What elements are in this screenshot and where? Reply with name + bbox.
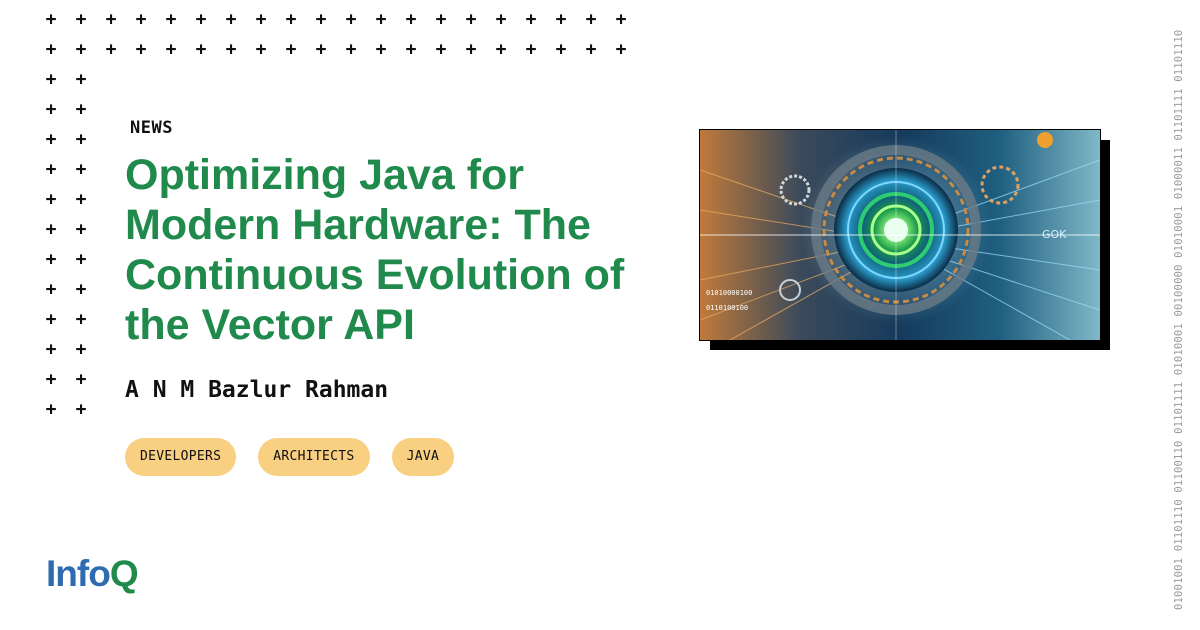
hero-binary-left-2: 0110100100 — [706, 304, 748, 312]
plus-icon: + — [45, 369, 57, 390]
plus-icon: + — [45, 9, 57, 30]
plus-icon: + — [75, 399, 87, 420]
tag-list: DEVELOPERS ARCHITECTS JAVA — [125, 438, 455, 476]
plus-icon: + — [75, 99, 87, 120]
plus-icon: + — [45, 69, 57, 90]
plus-icon: + — [435, 9, 447, 30]
plus-icon: + — [75, 189, 87, 210]
plus-icon: + — [315, 9, 327, 30]
logo-text-q: Q — [109, 553, 139, 594]
plus-icon: + — [75, 339, 87, 360]
plus-icon: + — [525, 9, 537, 30]
plus-icon: + — [615, 9, 627, 30]
plus-icon: + — [405, 39, 417, 60]
plus-icon: + — [45, 99, 57, 120]
article-author[interactable]: A N M Bazlur Rahman — [125, 377, 388, 403]
plus-icon: + — [45, 129, 57, 150]
plus-icon: + — [45, 219, 57, 240]
hero-image[interactable]: 01010000100 0110100100 GOK — [699, 129, 1101, 341]
plus-icon: + — [375, 9, 387, 30]
hero-image-frame: 01010000100 0110100100 GOK — [699, 129, 1110, 350]
plus-icon: + — [345, 39, 357, 60]
plus-icon: + — [555, 9, 567, 30]
plus-icon: + — [45, 189, 57, 210]
plus-icon: + — [45, 159, 57, 180]
plus-icon: + — [285, 9, 297, 30]
hero-binary-left: 01010000100 — [706, 289, 752, 297]
plus-icon: + — [255, 39, 267, 60]
tag-developers[interactable]: DEVELOPERS — [125, 438, 237, 476]
plus-icon: + — [75, 159, 87, 180]
plus-icon: + — [375, 39, 387, 60]
plus-icon: + — [495, 39, 507, 60]
plus-icon: + — [75, 129, 87, 150]
plus-icon: + — [165, 39, 177, 60]
plus-icon: + — [255, 9, 267, 30]
plus-icon: + — [75, 39, 87, 60]
plus-icon: + — [195, 39, 207, 60]
vector-api-abstract-illustration-icon: 01010000100 0110100100 GOK — [700, 130, 1100, 340]
plus-icon: + — [45, 339, 57, 360]
binary-decoration: 01001001 01101110 01100110 01101111 0101… — [1173, 29, 1185, 610]
article-title[interactable]: Optimizing Java for Modern Hardware: The… — [125, 150, 645, 350]
plus-icon: + — [75, 369, 87, 390]
plus-icon: + — [135, 9, 147, 30]
plus-icon: + — [615, 39, 627, 60]
plus-icon: + — [285, 39, 297, 60]
plus-icon: + — [165, 9, 177, 30]
plus-icon: + — [435, 39, 447, 60]
plus-icon: + — [345, 9, 357, 30]
plus-icon: + — [75, 309, 87, 330]
plus-icon: + — [45, 39, 57, 60]
plus-icon: + — [75, 69, 87, 90]
plus-icon: + — [105, 9, 117, 30]
plus-icon: + — [465, 39, 477, 60]
plus-icon: + — [45, 309, 57, 330]
plus-icon: + — [75, 9, 87, 30]
plus-icon: + — [225, 9, 237, 30]
plus-icon: + — [45, 399, 57, 420]
plus-icon: + — [195, 9, 207, 30]
plus-icon: + — [405, 9, 417, 30]
plus-icon: + — [75, 249, 87, 270]
plus-icon: + — [225, 39, 237, 60]
article-kicker: NEWS — [130, 118, 173, 138]
plus-icon: + — [585, 39, 597, 60]
plus-icon: + — [75, 219, 87, 240]
plus-icon: + — [525, 39, 537, 60]
plus-icon: + — [465, 9, 477, 30]
tag-architects[interactable]: ARCHITECTS — [258, 438, 370, 476]
hero-text-right: GOK — [1042, 228, 1067, 241]
tag-java[interactable]: JAVA — [391, 438, 455, 476]
plus-icon: + — [135, 39, 147, 60]
plus-icon: + — [105, 39, 117, 60]
plus-icon: + — [585, 9, 597, 30]
plus-icon: + — [495, 9, 507, 30]
plus-icon: + — [315, 39, 327, 60]
logo-text-info: Info — [46, 553, 111, 594]
plus-icon: + — [75, 279, 87, 300]
infoq-logo[interactable]: InfoQ — [46, 552, 139, 596]
plus-icon: + — [45, 279, 57, 300]
plus-icon: + — [45, 249, 57, 270]
plus-icon: + — [555, 39, 567, 60]
